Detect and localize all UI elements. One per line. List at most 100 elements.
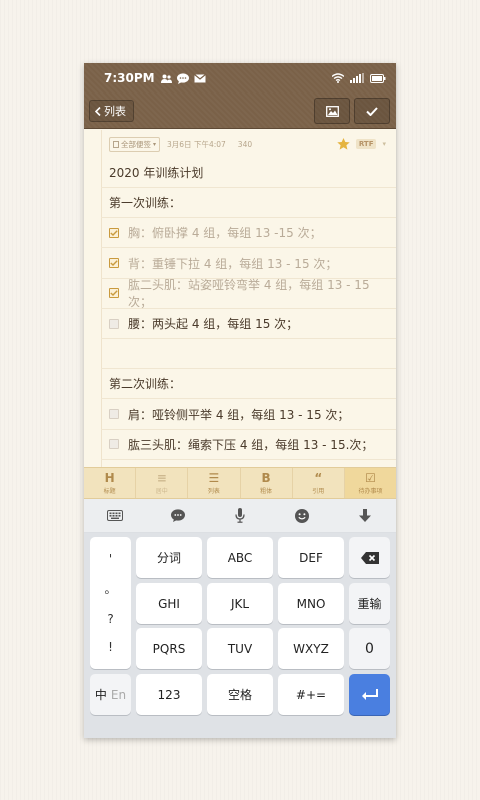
enter-key[interactable]: [349, 674, 390, 715]
key-ghi[interactable]: GHI: [136, 583, 202, 624]
numbers-key[interactable]: 123: [136, 674, 202, 715]
key-mno[interactable]: MNO: [278, 583, 344, 624]
key-def[interactable]: DEF: [278, 537, 344, 578]
key-abc[interactable]: ABC: [207, 537, 273, 578]
todo-item[interactable]: 背：重锤下拉 4 组，每组 13 - 15 次；: [101, 249, 396, 279]
todo-item[interactable]: 肱二头肌：站姿哑铃弯举 4 组，每组 13 - 15 次；: [101, 278, 396, 310]
unchecked-checkbox-icon[interactable]: [109, 409, 119, 420]
back-to-list-button[interactable]: 列表: [89, 100, 134, 122]
hide-keyboard-icon[interactable]: [345, 508, 385, 523]
note-date: 3月6日 下午4:07: [167, 139, 226, 149]
format-toolbar: H 标题 ≡ 居中 ☰ 列表 B 粗体 “ 引用 ☑ 待办事项: [84, 467, 396, 499]
checkmark-icon: [366, 106, 378, 116]
note-line[interactable]: 2020 年训练计划: [101, 158, 396, 188]
contacts-icon: [160, 74, 172, 83]
note-meta-row: 全部便签 ▾ 3月6日 下午4:07 340 RTF ▾: [109, 136, 386, 152]
mail-icon: [193, 73, 206, 83]
status-bar: 7:30PM: [84, 63, 396, 93]
insert-image-button[interactable]: [314, 98, 350, 124]
punctuation-key[interactable]: !: [108, 640, 113, 654]
phone-screen: 7:30PM 列表 全部便签 ▾ 3月6日 下午4:07 340 RTF ▾ 2…: [84, 63, 396, 738]
key-tuv[interactable]: TUV: [207, 628, 273, 669]
note-char-count: 340: [237, 139, 253, 149]
battery-icon: [370, 73, 386, 83]
note-editor[interactable]: 全部便签 ▾ 3月6日 下午4:07 340 RTF ▾ 2020 年训练计划第…: [84, 130, 396, 467]
note-line[interactable]: 第一次训练：: [101, 188, 396, 219]
language-switch-key[interactable]: 中 En: [90, 674, 131, 715]
key-zero[interactable]: 0: [349, 628, 390, 669]
punctuation-key[interactable]: 。: [104, 580, 116, 597]
note-line-text: 肱二头肌：站姿哑铃弯举 4 组，每组 13 - 15 次；: [128, 278, 370, 310]
format-label: 居中: [155, 488, 168, 495]
key-pqrs[interactable]: PQRS: [136, 628, 202, 669]
keyboard-toolbar: [84, 499, 396, 533]
key-segment[interactable]: 分词: [136, 537, 202, 578]
done-button[interactable]: [354, 98, 390, 124]
format-label: 标题: [103, 488, 116, 495]
todo-button[interactable]: ☑ 待办事项: [344, 468, 396, 498]
list-button[interactable]: ☰ 列表: [188, 468, 241, 498]
key-jkl[interactable]: JKL: [207, 583, 273, 624]
emoji-icon[interactable]: [282, 508, 322, 523]
center-button[interactable]: ≡ 居中: [136, 468, 189, 498]
checked-checkbox-icon[interactable]: [109, 258, 119, 269]
todo-item[interactable]: 腰：两头起 4 组，每组 15 次；: [101, 309, 396, 339]
status-time: 7:30PM: [104, 71, 155, 85]
heading-icon: H: [104, 471, 115, 485]
wifi-icon: [332, 73, 344, 83]
note-line-text: 腰：两头起 4 组，每组 15 次；: [128, 317, 299, 331]
bold-icon: B: [261, 471, 271, 485]
lang-en-label: En: [110, 687, 127, 702]
format-label: 引用: [312, 488, 325, 495]
checked-checkbox-icon[interactable]: [109, 227, 119, 238]
heading-button[interactable]: H 标题: [84, 468, 137, 498]
keyboard-switch-icon[interactable]: [95, 510, 135, 521]
backspace-key[interactable]: [349, 537, 390, 578]
note-line-text: 胸：俯卧撑 4 组，每组 13 -15 次；: [128, 226, 322, 241]
space-key[interactable]: 空格: [207, 674, 273, 715]
key-wxyz[interactable]: WXYZ: [278, 628, 344, 669]
format-label: 待办事项: [358, 488, 383, 495]
folder-tag-label: 全部便签: [121, 139, 151, 149]
todo-item[interactable]: 肱三头肌：绳索下压 4 组，每组 13 - 15.次；: [101, 430, 396, 460]
format-badge: RTF: [355, 139, 377, 149]
unchecked-checkbox-icon[interactable]: [109, 318, 119, 329]
lang-cn-label: 中: [94, 688, 107, 702]
note-line[interactable]: [101, 339, 396, 370]
retype-key[interactable]: 重输: [349, 583, 390, 624]
back-button-label: 列表: [104, 105, 126, 118]
checked-checkbox-icon[interactable]: [109, 288, 119, 299]
note-line-text: 背：重锤下拉 4 组，每组 13 - 15 次；: [128, 256, 338, 271]
enter-icon: [361, 689, 379, 700]
center-icon: ≡: [156, 471, 167, 485]
caret-down-icon[interactable]: ▾: [382, 140, 386, 148]
chat-bubble-icon[interactable]: [158, 509, 198, 522]
format-label: 粗体: [260, 488, 273, 495]
todo-item[interactable]: 肩：哑铃侧平举 4 组，每组 13 - 15 次；: [101, 400, 396, 430]
quote-icon: “: [314, 471, 323, 485]
list-icon: ☰: [208, 471, 220, 485]
note-line-text: 肱三头肌：绳索下压 4 组，每组 13 - 15.次；: [128, 437, 374, 452]
note-line-text: 第一次训练：: [109, 196, 182, 211]
unchecked-checkbox-icon[interactable]: [109, 439, 119, 450]
backspace-icon: [360, 551, 379, 564]
todo-item[interactable]: 胸：俯卧撑 4 组，每组 13 -15 次；: [101, 218, 396, 249]
message-icon: [176, 72, 189, 84]
caret-down-icon: ▾: [153, 140, 157, 148]
image-icon: [325, 105, 339, 117]
punctuation-key[interactable]: ?: [107, 612, 113, 626]
bold-button[interactable]: B 粗体: [241, 468, 293, 498]
note-line[interactable]: 第二次训练：: [101, 369, 396, 400]
punctuation-key[interactable]: ': [109, 552, 112, 566]
note-line-text: 第二次训练：: [109, 377, 182, 392]
symbols-key[interactable]: #+=: [278, 674, 344, 715]
microphone-icon[interactable]: [220, 508, 260, 523]
folder-tag-button[interactable]: 全部便签 ▾: [109, 136, 161, 152]
note-line-text: 肩：哑铃侧平举 4 组，每组 13 - 15 次；: [128, 407, 350, 422]
note-toolbar: 列表: [84, 93, 396, 129]
star-icon[interactable]: [337, 138, 350, 150]
format-label: 列表: [207, 488, 220, 495]
punctuation-column[interactable]: ' 。?!: [90, 537, 131, 669]
quote-button[interactable]: “ 引用: [293, 468, 345, 498]
folder-icon: [113, 140, 119, 148]
